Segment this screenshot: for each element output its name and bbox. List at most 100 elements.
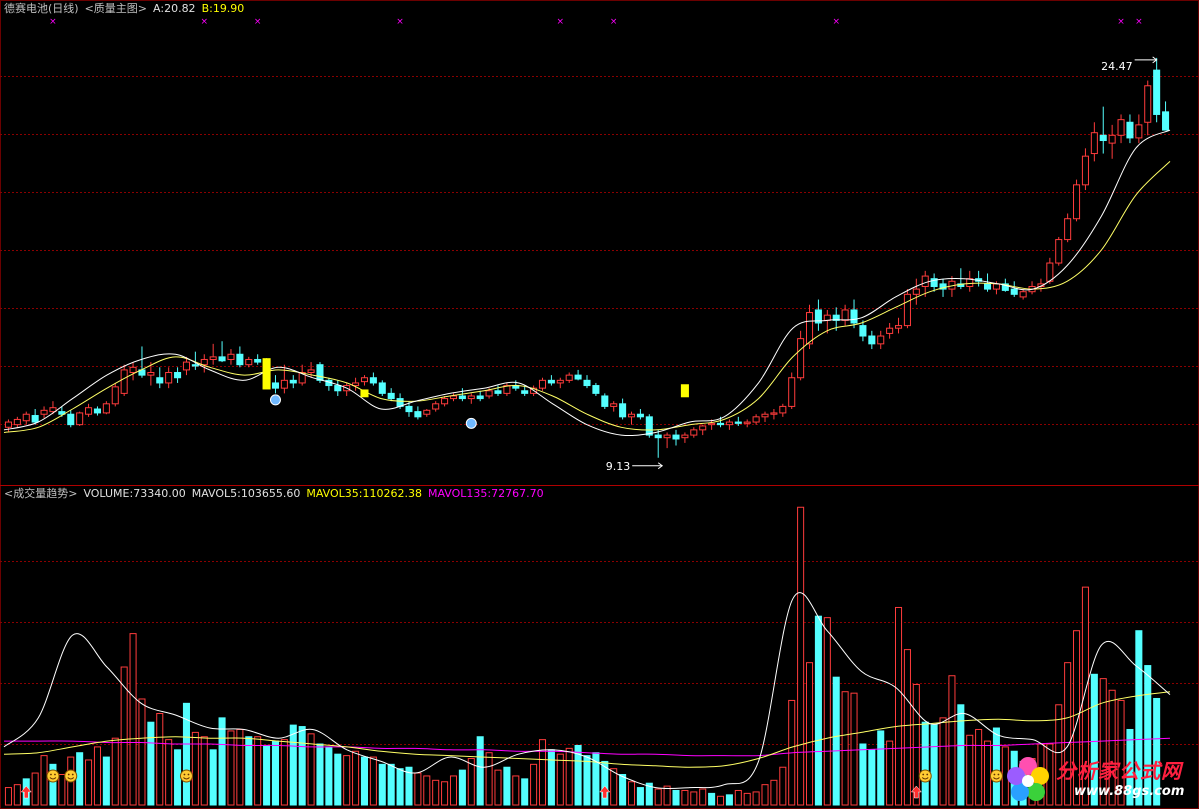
volume-bar <box>156 713 164 806</box>
volume-bar <box>859 743 867 806</box>
candle-body <box>708 422 716 426</box>
candle-body <box>895 325 903 329</box>
volume-bar <box>725 794 733 806</box>
candle-body <box>610 403 618 407</box>
candle-body <box>574 374 582 380</box>
volume-bar <box>174 749 182 806</box>
candle-body <box>31 415 39 423</box>
candle-body <box>583 379 591 387</box>
volume-bar <box>895 606 903 806</box>
volume-bar <box>423 775 431 806</box>
volume-bar <box>352 750 360 806</box>
chart-frame <box>0 0 1199 809</box>
volume-bar <box>191 731 199 806</box>
candle-body <box>1117 119 1125 136</box>
volume-bar <box>200 736 208 806</box>
volume-bar <box>992 727 1000 806</box>
volume-bar <box>236 728 244 806</box>
volume-bar <box>458 769 466 806</box>
volume-bar <box>334 753 342 806</box>
candle-body <box>1135 124 1143 139</box>
yellow-signal-bar <box>680 384 689 398</box>
candle-body <box>405 405 413 413</box>
volume-bar <box>449 775 458 806</box>
volume-bar <box>165 739 173 806</box>
volume-bar <box>102 756 110 806</box>
candle-body <box>592 385 600 394</box>
candle-body <box>449 395 458 400</box>
candle-body <box>271 382 279 389</box>
volume-bar <box>619 774 627 806</box>
signal-x-marker: × <box>254 17 262 27</box>
smiley-eye <box>926 773 929 776</box>
candle-body <box>654 434 662 439</box>
candle-body <box>1153 69 1161 115</box>
volume-bar <box>690 791 698 806</box>
candle-body <box>218 356 226 362</box>
candle-body <box>645 416 653 436</box>
candle-body <box>245 358 253 366</box>
flower-logo-icon <box>1007 757 1049 801</box>
volume-bar <box>360 756 369 806</box>
volume-bar <box>565 747 573 806</box>
volume-bar <box>85 759 93 806</box>
candle-body <box>307 369 315 374</box>
high-price-label: 24.47 <box>1101 60 1133 73</box>
volume-bar <box>930 724 938 806</box>
candle-body <box>761 413 769 418</box>
stock-chart[interactable]: × × × × × × × × × 24.47 9.13 <box>0 0 1199 809</box>
smiley-eye <box>67 773 70 776</box>
volume-bar <box>832 676 840 806</box>
candle-body <box>868 335 876 345</box>
candle-body <box>67 413 75 426</box>
yellow-signal-bar <box>360 389 369 398</box>
candle-body <box>770 412 778 415</box>
volume-bar <box>752 791 760 806</box>
volume-bar <box>476 736 484 806</box>
candle-body <box>76 412 84 426</box>
volume-bar <box>903 649 911 806</box>
candle-body <box>681 434 689 439</box>
smiley-eye <box>183 773 186 776</box>
candle-body <box>805 312 814 345</box>
volume-bar <box>271 740 279 806</box>
volume-bar <box>939 717 947 806</box>
candle-body <box>40 409 48 415</box>
candle-body <box>1099 134 1107 142</box>
volume-bar <box>797 506 805 806</box>
candle-body <box>1046 262 1054 282</box>
volume-bar <box>31 772 39 806</box>
smiley-icon <box>918 769 932 783</box>
volume-bar <box>13 784 21 806</box>
candle-body <box>992 283 1000 290</box>
candle-body <box>601 395 609 407</box>
signal-x-marker: × <box>396 17 404 27</box>
candle-body <box>779 405 787 414</box>
smiley-icon <box>64 769 78 783</box>
volume-bar <box>521 778 529 806</box>
candle-body <box>289 379 297 384</box>
candle-body <box>1081 155 1089 186</box>
candle-body <box>1055 239 1063 264</box>
candle-body <box>22 413 30 422</box>
candle-body <box>236 353 244 366</box>
volume-bar <box>245 736 253 806</box>
smiley-eye <box>993 773 996 776</box>
volume-bar <box>316 743 324 806</box>
signal-x-marker: × <box>49 17 57 27</box>
candle-body <box>1010 288 1018 295</box>
volume-bar <box>298 726 306 806</box>
candle-body <box>423 409 431 415</box>
candle-body <box>120 369 128 394</box>
candle-body <box>485 390 493 397</box>
volume-bar <box>583 755 591 806</box>
smiley-eye <box>54 773 56 776</box>
signal-x-marker: × <box>610 17 618 27</box>
volume-bar <box>4 787 12 806</box>
volume-bar <box>129 633 137 806</box>
candle-body <box>556 379 564 384</box>
volume-bar <box>743 792 751 806</box>
candle-body <box>147 372 155 376</box>
volume-bar <box>111 737 119 806</box>
candle-body <box>200 358 208 366</box>
